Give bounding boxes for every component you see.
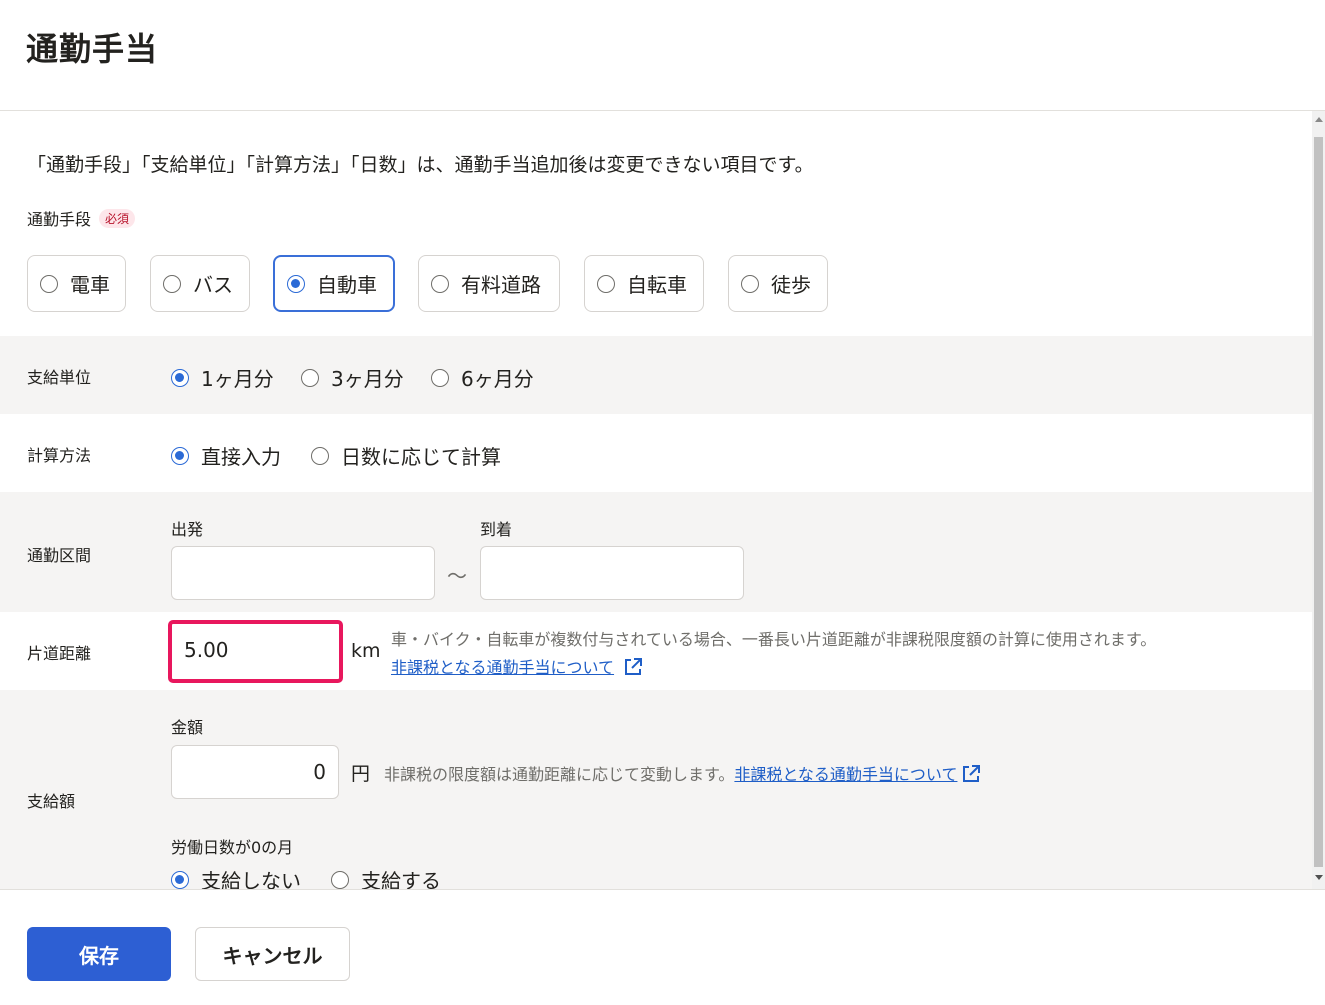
mode-option-car[interactable]: 自動車 bbox=[273, 255, 395, 312]
arrival-label: 到着 bbox=[480, 520, 513, 539]
dialog-header: 通勤手当 bbox=[0, 0, 1325, 111]
commute-mode-label: 通勤手段 必須 bbox=[27, 206, 136, 230]
scrollbar-thumb[interactable] bbox=[1314, 137, 1323, 867]
mode-option-label: 自動車 bbox=[317, 273, 377, 297]
required-badge: 必須 bbox=[99, 209, 136, 228]
amount-unit: 円 bbox=[351, 763, 371, 785]
distance-unit: km bbox=[351, 640, 381, 662]
radio-selected-icon bbox=[287, 274, 305, 293]
option-label: 直接入力 bbox=[201, 445, 281, 469]
mode-option-train[interactable]: 電車 bbox=[27, 255, 126, 312]
scroll-down-arrow-icon[interactable] bbox=[1315, 875, 1323, 880]
tax-exempt-link[interactable]: 非課税となる通勤手当について bbox=[391, 658, 614, 677]
radio-icon bbox=[301, 368, 319, 387]
departure-input[interactable] bbox=[171, 546, 435, 600]
amount-help-text: 非課税の限度額は通勤距離に応じて変動します。 bbox=[384, 765, 735, 784]
distance-help-link[interactable]: 非課税となる通勤手当について bbox=[391, 654, 643, 678]
radio-icon bbox=[431, 274, 449, 293]
distance-help-text: 車・バイク・自転車が複数付与されている場合、一番長い片道距離が非課税限度額の計算… bbox=[391, 630, 1157, 649]
radio-icon bbox=[431, 368, 449, 387]
external-link-icon bbox=[963, 765, 981, 782]
mode-option-label: バス bbox=[193, 273, 233, 297]
zero-days-option-yes[interactable]: 支給する bbox=[331, 865, 441, 889]
radio-icon bbox=[741, 274, 759, 293]
payment-unit-option-3m[interactable]: 3ヶ月分 bbox=[301, 363, 404, 392]
option-label: 3ヶ月分 bbox=[331, 367, 404, 391]
vertical-scrollbar[interactable] bbox=[1312, 111, 1325, 889]
save-button[interactable]: 保存 bbox=[27, 927, 171, 981]
mode-option-label: 自転車 bbox=[627, 273, 687, 297]
option-label: 6ヶ月分 bbox=[461, 367, 534, 391]
payment-unit-row: 支給単位 1ヶ月分 3ヶ月分 6ヶ月分 bbox=[0, 336, 1312, 414]
zero-days-option-no[interactable]: 支給しない bbox=[171, 865, 301, 889]
amount-help: 非課税の限度額は通勤距離に応じて変動します。非課税となる通勤手当について bbox=[384, 761, 981, 785]
external-link-icon bbox=[625, 658, 643, 675]
page-title: 通勤手当 bbox=[26, 30, 159, 68]
option-label: 支給しない bbox=[201, 869, 301, 889]
dialog-footer: 保存 キャンセル bbox=[0, 889, 1325, 1005]
tax-exempt-link[interactable]: 非課税となる通勤手当について bbox=[734, 765, 957, 784]
commute-section-row: 通勤区間 出発 ～ 到着 bbox=[0, 492, 1312, 612]
mode-option-walk[interactable]: 徒歩 bbox=[728, 255, 828, 312]
form-body[interactable]: 「通勤手段」「支給単位」「計算方法」「日数」は、通勤手当追加後は変更できない項目… bbox=[0, 111, 1312, 889]
radio-selected-icon bbox=[171, 368, 189, 387]
option-label: 支給する bbox=[361, 869, 441, 889]
radio-selected-icon bbox=[171, 870, 189, 889]
amount-label: 金額 bbox=[171, 718, 204, 737]
commute-mode-label-text: 通勤手段 bbox=[27, 210, 92, 229]
zero-days-label: 労働日数が0の月 bbox=[171, 838, 294, 857]
mode-option-label: 徒歩 bbox=[771, 273, 811, 297]
range-separator: ～ bbox=[447, 564, 467, 588]
radio-icon bbox=[597, 274, 615, 293]
distance-value: 5.00 bbox=[184, 638, 229, 662]
distance-label: 片道距離 bbox=[27, 644, 92, 663]
calc-method-option-direct[interactable]: 直接入力 bbox=[171, 441, 281, 470]
calc-method-option-by-days[interactable]: 日数に応じて計算 bbox=[311, 441, 501, 470]
arrival-input[interactable] bbox=[480, 546, 744, 600]
commute-section-label: 通勤区間 bbox=[27, 546, 92, 565]
radio-icon bbox=[163, 274, 181, 293]
radio-icon bbox=[40, 274, 58, 293]
option-label: 1ヶ月分 bbox=[201, 367, 274, 391]
option-label: 日数に応じて計算 bbox=[341, 445, 501, 469]
mode-option-label: 有料道路 bbox=[461, 273, 541, 297]
calc-method-row: 計算方法 直接入力 日数に応じて計算 bbox=[0, 414, 1312, 492]
mode-option-toll-road[interactable]: 有料道路 bbox=[418, 255, 560, 312]
notice-text: 「通勤手段」「支給単位」「計算方法」「日数」は、通勤手当追加後は変更できない項目… bbox=[27, 154, 814, 176]
payment-unit-option-1m[interactable]: 1ヶ月分 bbox=[171, 363, 274, 392]
mode-option-label: 電車 bbox=[70, 273, 110, 297]
amount-value: 0 bbox=[313, 760, 326, 784]
scroll-up-arrow-icon[interactable] bbox=[1315, 117, 1323, 122]
radio-selected-icon bbox=[171, 446, 189, 465]
radio-icon bbox=[331, 870, 349, 889]
radio-icon bbox=[311, 446, 329, 465]
calc-method-label: 計算方法 bbox=[27, 446, 92, 465]
cancel-button[interactable]: キャンセル bbox=[195, 927, 350, 981]
mode-option-bus[interactable]: バス bbox=[150, 255, 250, 312]
departure-label: 出発 bbox=[171, 520, 204, 539]
payment-amount-label: 支給額 bbox=[27, 792, 76, 811]
amount-input[interactable]: 0 bbox=[171, 745, 339, 799]
payment-unit-label: 支給単位 bbox=[27, 368, 92, 387]
mode-option-bicycle[interactable]: 自転車 bbox=[584, 255, 704, 312]
payment-unit-option-6m[interactable]: 6ヶ月分 bbox=[431, 363, 534, 392]
distance-input[interactable]: 5.00 bbox=[168, 620, 343, 683]
